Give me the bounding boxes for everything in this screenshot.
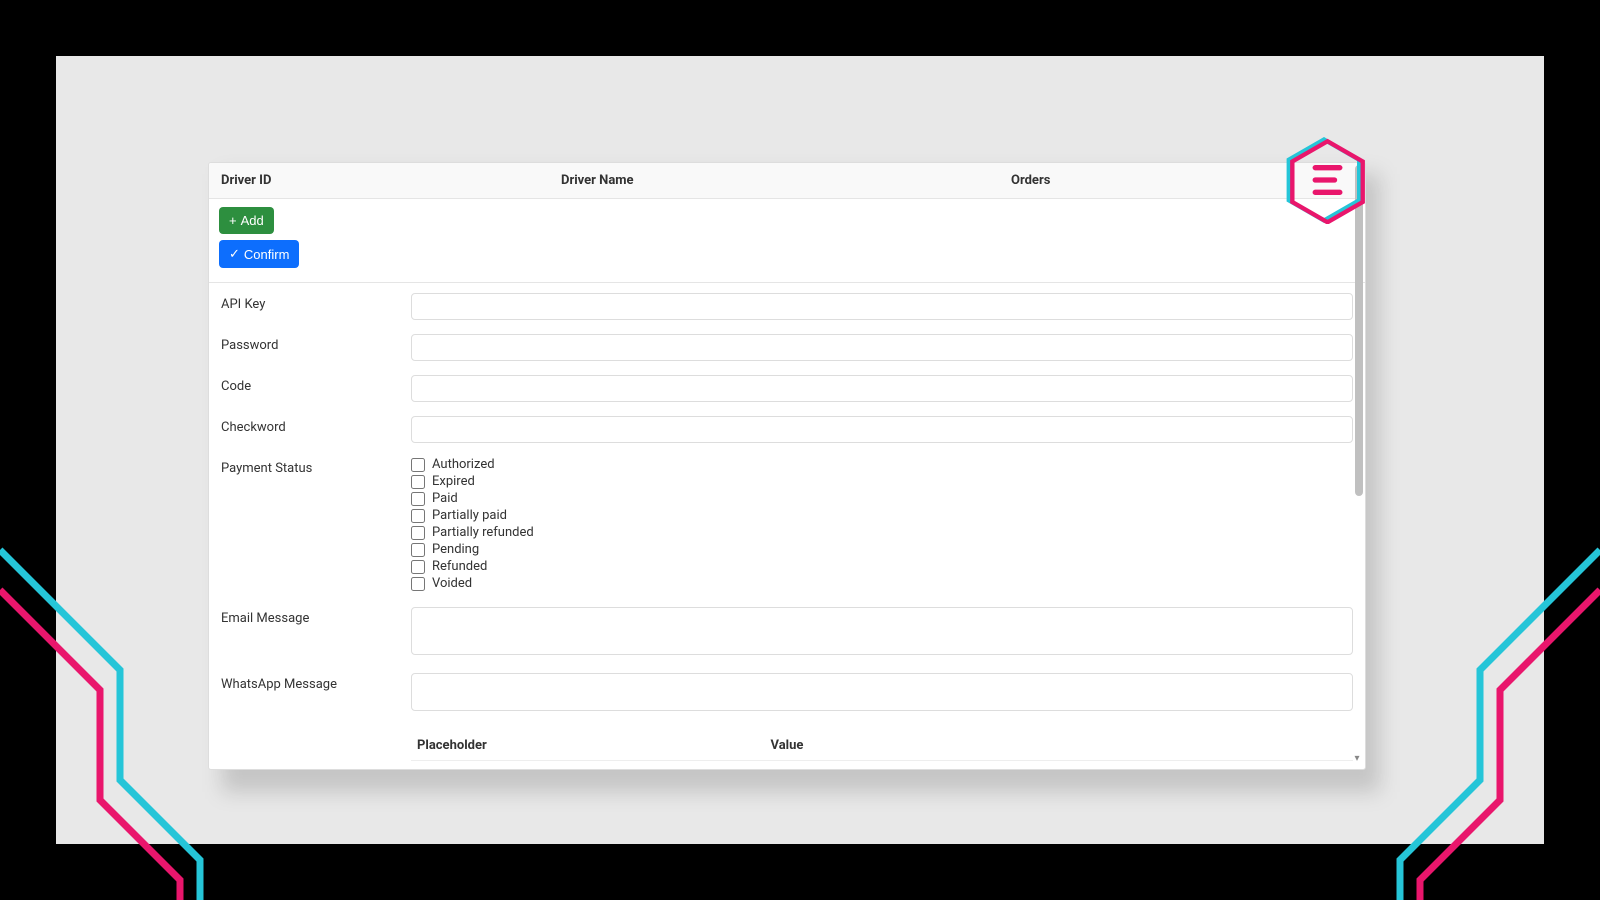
label-payment-status: Payment Status — [221, 457, 411, 593]
add-button-label: Add — [241, 213, 264, 228]
checkbox-label: Voided — [432, 576, 472, 591]
check-icon: ✓ — [229, 246, 240, 262]
checkbox-row[interactable]: Refunded — [411, 559, 1353, 574]
confirm-button-label: Confirm — [244, 247, 290, 262]
checkbox-voided[interactable] — [411, 577, 425, 591]
checkbox-label: Partially refunded — [432, 525, 534, 540]
checkbox-label: Refunded — [432, 559, 487, 574]
checkbox-row[interactable]: Authorized — [411, 457, 1353, 472]
action-button-row: + Add ✓ Confirm — [209, 199, 1365, 283]
add-button[interactable]: + Add — [219, 207, 274, 234]
checkbox-label: Partially paid — [432, 508, 507, 523]
checkword-input[interactable] — [411, 416, 1353, 443]
checkbox-label: Authorized — [432, 457, 495, 472]
checkbox-row[interactable]: Voided — [411, 576, 1353, 591]
checkbox-label: Expired — [432, 474, 475, 489]
label-email-message: Email Message — [221, 607, 411, 659]
placeholder-row: {firstName} Customer's First Name — [411, 761, 1353, 771]
scrollbar[interactable]: ▾ — [1355, 165, 1363, 767]
label-code: Code — [221, 375, 411, 402]
checkbox-row[interactable]: Partially refunded — [411, 525, 1353, 540]
label-checkword: Checkword — [221, 416, 411, 443]
placeholders-table: Placeholder Value {firstName} Customer's… — [411, 731, 1353, 770]
driver-table-header: Driver ID Driver Name Orders — [209, 163, 1365, 199]
checkbox-label: Paid — [432, 491, 458, 506]
email-message-textarea[interactable] — [411, 607, 1353, 655]
code-input[interactable] — [411, 375, 1353, 402]
form-area: API Key Password Code Checkword Payment … — [209, 283, 1365, 770]
checkbox-authorized[interactable] — [411, 458, 425, 472]
checkbox-partially-refunded[interactable] — [411, 526, 425, 540]
app-frame: Driver ID Driver Name Orders + Add ✓ Con… — [56, 56, 1544, 844]
checkbox-row[interactable]: Paid — [411, 491, 1353, 506]
col-placeholder: Placeholder — [411, 731, 765, 761]
plus-icon: + — [229, 213, 237, 228]
col-driver-id: Driver ID — [209, 163, 549, 198]
password-input[interactable] — [411, 334, 1353, 361]
checkbox-expired[interactable] — [411, 475, 425, 489]
label-whatsapp-message: WhatsApp Message — [221, 673, 411, 715]
checkbox-paid[interactable] — [411, 492, 425, 506]
checkbox-partially-paid[interactable] — [411, 509, 425, 523]
label-api-key: API Key — [221, 293, 411, 320]
label-password: Password — [221, 334, 411, 361]
col-driver-name: Driver Name — [549, 163, 999, 198]
col-value: Value — [765, 731, 1354, 761]
checkbox-row[interactable]: Pending — [411, 542, 1353, 557]
checkbox-row[interactable]: Expired — [411, 474, 1353, 489]
checkbox-label: Pending — [432, 542, 479, 557]
brand-logo-hexagon — [1280, 136, 1368, 224]
chevron-down-icon[interactable]: ▾ — [1351, 753, 1363, 765]
api-key-input[interactable] — [411, 293, 1353, 320]
placeholder-value: Customer's First Name — [765, 761, 1354, 771]
checkbox-row[interactable]: Partially paid — [411, 508, 1353, 523]
confirm-button[interactable]: ✓ Confirm — [219, 240, 299, 268]
settings-panel: Driver ID Driver Name Orders + Add ✓ Con… — [208, 162, 1366, 770]
checkbox-refunded[interactable] — [411, 560, 425, 574]
payment-status-checkbox-list: Authorized Expired Paid Partially paid P… — [411, 457, 1353, 593]
placeholder-token: {firstName} — [411, 761, 765, 771]
whatsapp-message-textarea[interactable] — [411, 673, 1353, 711]
checkbox-pending[interactable] — [411, 543, 425, 557]
